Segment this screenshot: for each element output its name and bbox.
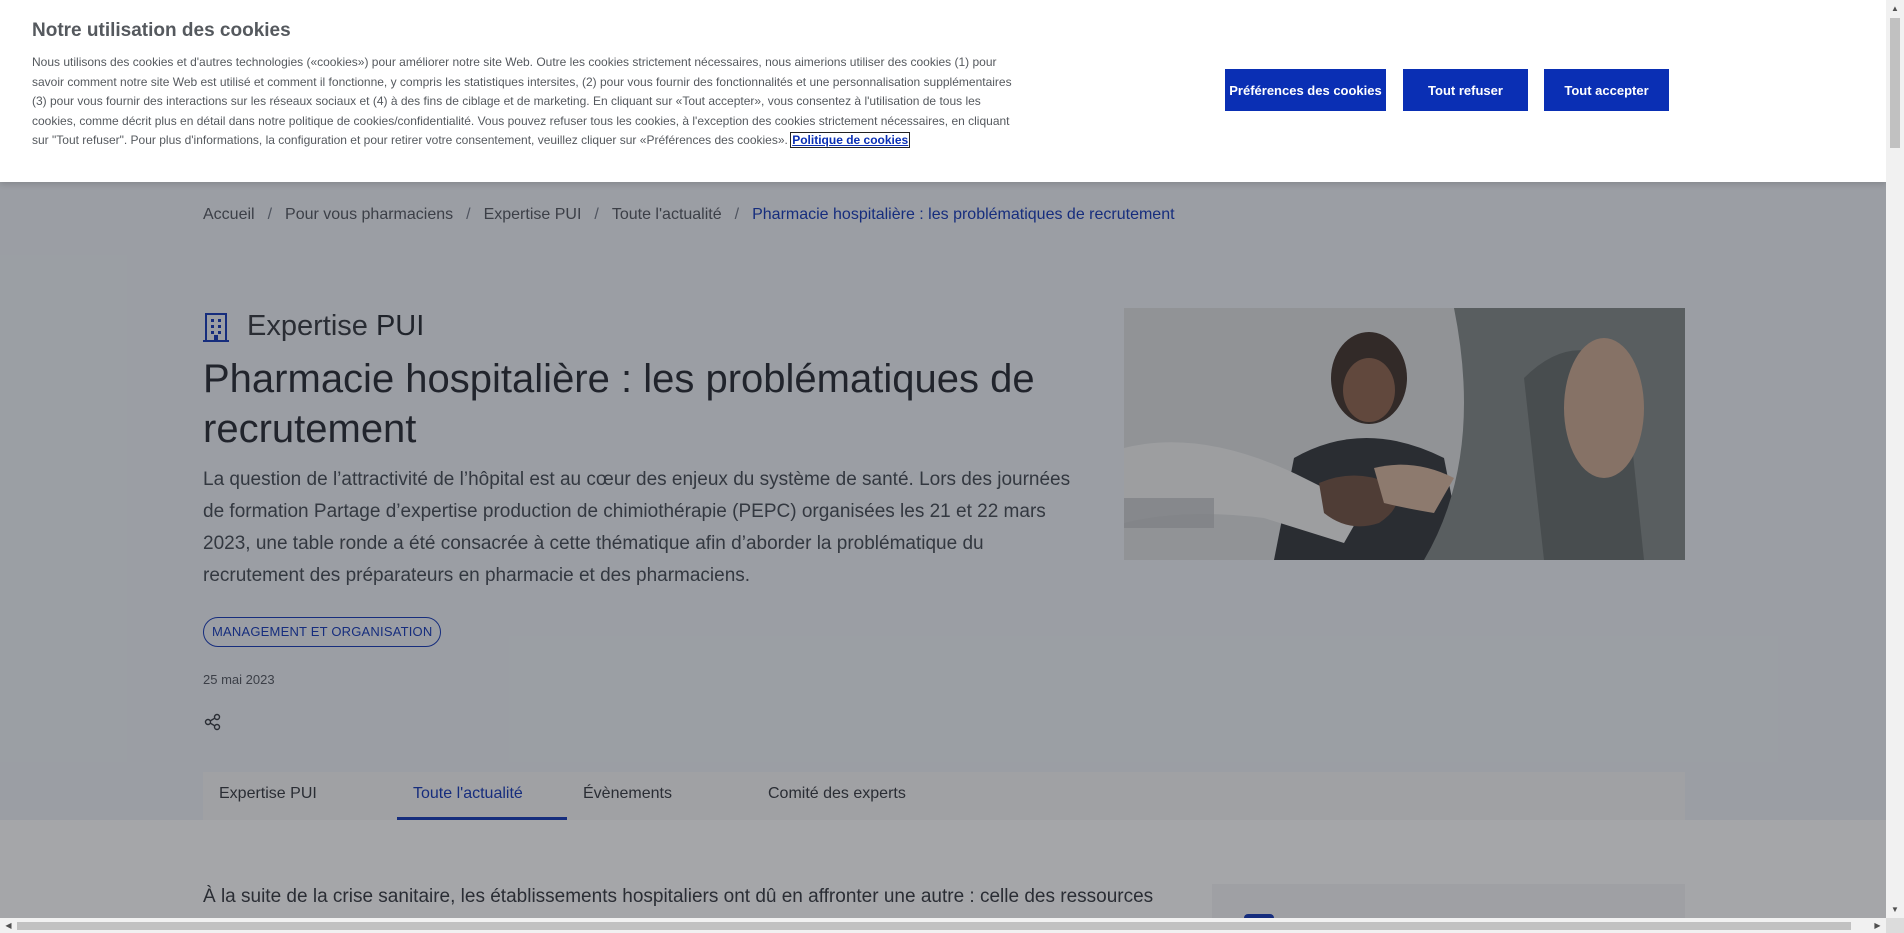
cookie-preferences-button[interactable]: Préférences des cookies <box>1225 69 1386 111</box>
scroll-up-arrow-icon[interactable]: ▲ <box>1886 0 1904 17</box>
cookie-banner-title: Notre utilisation des cookies <box>32 20 291 41</box>
scroll-down-arrow-icon[interactable]: ▼ <box>1886 901 1904 918</box>
scroll-left-arrow-icon[interactable]: ◀ <box>0 918 17 933</box>
scroll-right-arrow-icon[interactable]: ▶ <box>1869 918 1886 933</box>
horizontal-scroll-thumb[interactable] <box>17 922 1851 930</box>
accept-all-button[interactable]: Tout accepter <box>1544 69 1669 111</box>
scrollbar-corner <box>1886 918 1904 933</box>
horizontal-scrollbar[interactable]: ◀ ▶ <box>0 918 1886 933</box>
cookie-banner: Notre utilisation des cookies Nous utili… <box>0 0 1886 182</box>
refuse-all-button[interactable]: Tout refuser <box>1403 69 1528 111</box>
vertical-scroll-thumb[interactable] <box>1890 18 1900 148</box>
vertical-scrollbar[interactable]: ▲ ▼ <box>1886 0 1904 918</box>
cookie-policy-link[interactable]: Politique de cookies <box>790 132 911 149</box>
cookie-banner-text: Nous utilisons des cookies et d'autres t… <box>32 53 1028 151</box>
